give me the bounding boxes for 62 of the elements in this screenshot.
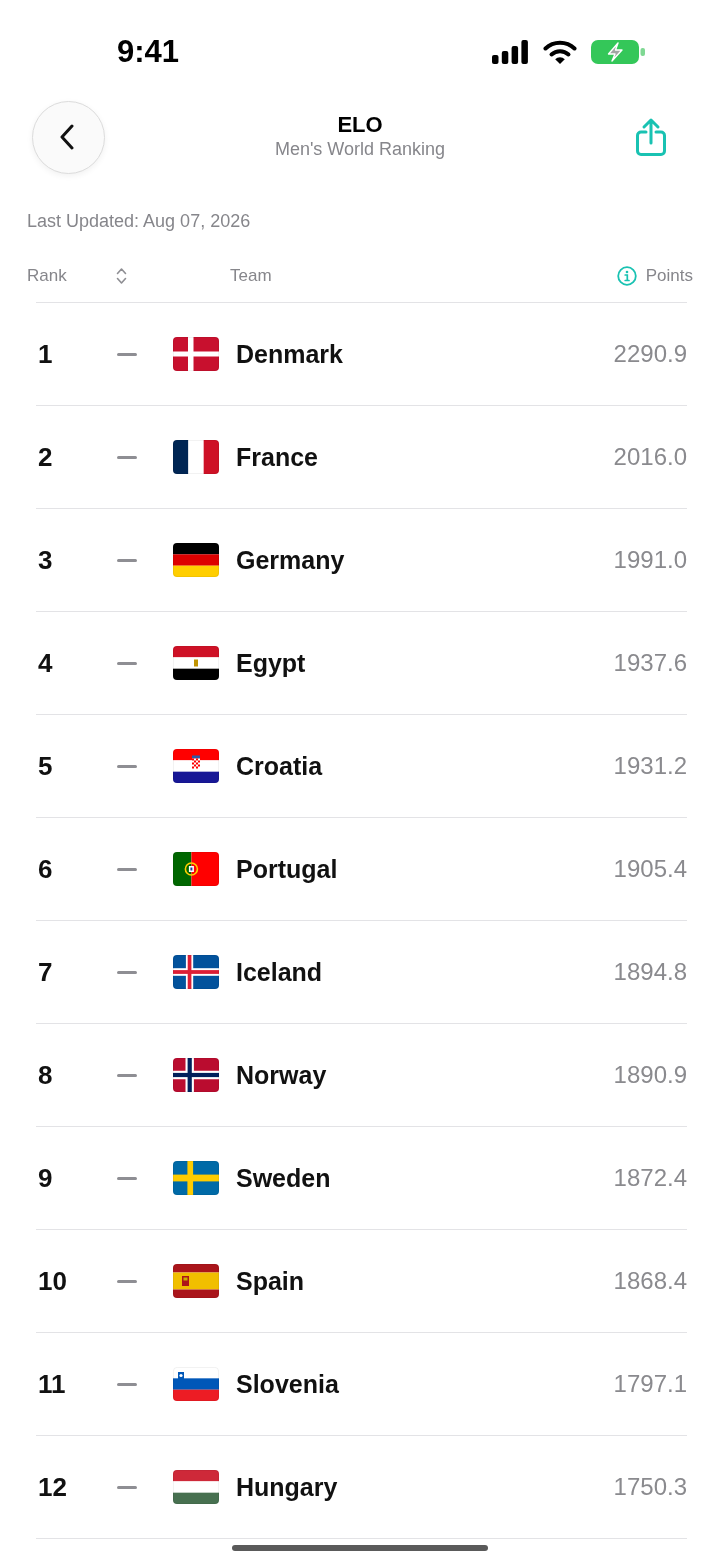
flag-icon <box>173 1264 219 1298</box>
chevron-left-icon <box>59 124 74 150</box>
info-icon[interactable] <box>616 266 637 286</box>
points-value: 1894.8 <box>613 958 687 986</box>
team-name: Egypt <box>236 648 306 678</box>
team-name: Sweden <box>236 1163 331 1193</box>
points-value: 2016.0 <box>613 443 687 471</box>
points-value: 1750.3 <box>613 1473 687 1501</box>
column-header: Rank <box>27 266 67 286</box>
status-time: 9:41 <box>117 34 180 70</box>
team-name: Portugal <box>236 854 338 884</box>
team-name: Denmark <box>236 339 343 369</box>
team-name: Croatia <box>236 751 323 781</box>
team-name: Germany <box>236 545 345 575</box>
flag-icon <box>173 543 219 577</box>
signal-icon <box>492 40 528 64</box>
points-value: 1890.9 <box>613 1061 687 1089</box>
flag-icon <box>173 955 219 989</box>
flag-icon <box>173 1058 219 1092</box>
flag-icon <box>173 646 219 680</box>
points-value: 1991.0 <box>613 546 687 574</box>
column-header: Points <box>645 266 693 286</box>
rank-number: 10 <box>38 1266 67 1296</box>
flag-icon <box>173 1161 219 1195</box>
flag-icon <box>173 749 219 783</box>
rank-number: 1 <box>38 339 53 369</box>
rank-number: 6 <box>38 854 53 884</box>
rank-number: 12 <box>38 1472 67 1502</box>
rank-number: 7 <box>38 957 53 987</box>
flag-icon <box>173 1470 219 1504</box>
points-value: 1872.4 <box>613 1164 687 1192</box>
last-updated-text: Last Updated: Aug 07, 2026 <box>27 210 251 232</box>
battery-icon <box>591 40 645 64</box>
rank-number: 9 <box>38 1163 53 1193</box>
flag-icon <box>173 852 219 886</box>
rank-number: 8 <box>38 1060 53 1090</box>
team-name: France <box>236 442 318 472</box>
team-name: Slovenia <box>236 1369 339 1399</box>
points-value: 1937.6 <box>613 649 687 677</box>
points-value: 1905.4 <box>613 855 687 883</box>
rank-number: 4 <box>38 648 53 678</box>
sort-icon[interactable] <box>116 267 127 285</box>
team-name: Spain <box>236 1266 305 1296</box>
column-header: Team <box>230 266 272 286</box>
rank-number: 2 <box>38 442 53 472</box>
screen-subtitle: Men's World Ranking <box>274 138 446 160</box>
flag-icon <box>173 1367 219 1401</box>
share-icon[interactable] <box>635 117 667 157</box>
flag-icon <box>173 440 219 474</box>
rank-number: 11 <box>38 1369 66 1399</box>
rank-number: 3 <box>38 545 53 575</box>
rank-number: 5 <box>38 751 53 781</box>
team-name: Norway <box>236 1060 327 1090</box>
team-name: Hungary <box>236 1472 338 1502</box>
points-value: 1868.4 <box>613 1267 687 1295</box>
flag-icon <box>173 337 219 371</box>
points-value: 2290.9 <box>613 340 687 368</box>
screen-title: ELO <box>337 112 383 138</box>
points-value: 1931.2 <box>613 752 687 780</box>
points-value: 1797.1 <box>613 1370 687 1398</box>
team-name: Iceland <box>236 957 323 987</box>
wifi-icon <box>543 40 577 64</box>
